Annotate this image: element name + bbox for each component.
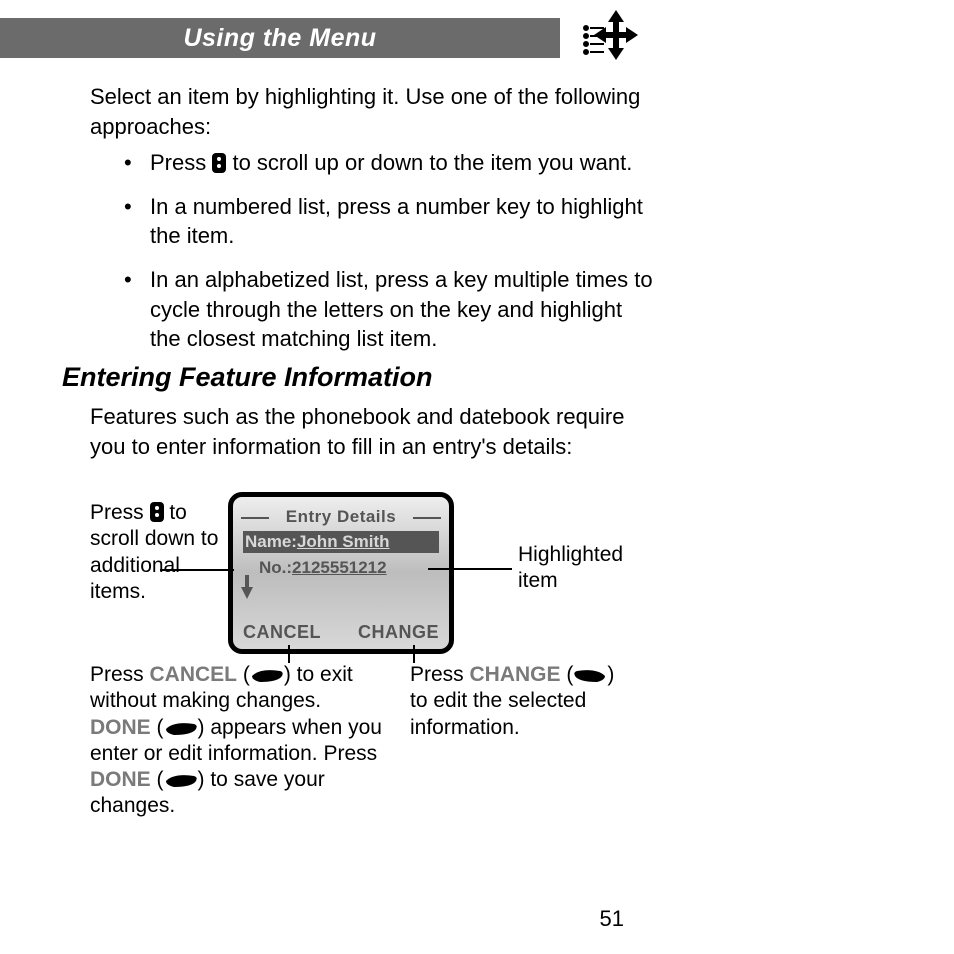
phone-screen: Entry Details Name:John Smith No.:212555… bbox=[228, 492, 454, 654]
t: ( bbox=[561, 663, 574, 686]
page-banner-title: Using the Menu bbox=[183, 24, 376, 53]
t: Press bbox=[90, 663, 150, 686]
done-softkey-name: DONE bbox=[90, 768, 151, 791]
connector-line bbox=[428, 568, 512, 570]
cancel-softkey-name: CANCEL bbox=[150, 663, 238, 686]
phone-screen-title: Entry Details bbox=[243, 507, 439, 527]
done-softkey-name: DONE bbox=[90, 716, 151, 739]
scroll-key-icon bbox=[150, 502, 164, 522]
name-value: John Smith bbox=[297, 532, 390, 551]
callout-change: Press CHANGE () to edit the selected inf… bbox=[410, 662, 630, 741]
scroll-down-arrow-icon bbox=[241, 587, 253, 599]
name-label: Name: bbox=[245, 532, 297, 551]
left-softkey-icon bbox=[164, 721, 198, 737]
connector-line bbox=[413, 645, 415, 663]
page-banner: Using the Menu bbox=[0, 18, 560, 58]
softkey-row: CANCEL CHANGE bbox=[243, 622, 439, 643]
menu-scroll-icon bbox=[580, 8, 640, 64]
number-label: No.: bbox=[259, 558, 292, 577]
section-heading: Entering Feature Information bbox=[62, 362, 433, 393]
left-softkey-icon bbox=[164, 773, 198, 789]
page-number: 51 bbox=[600, 906, 624, 932]
callout-scroll: Press to scroll down to additional items… bbox=[90, 500, 220, 605]
section-text: Features such as the phonebook and dateb… bbox=[90, 402, 650, 461]
t: ( bbox=[151, 716, 164, 739]
bullet-1: Press to scroll up or down to the item y… bbox=[124, 148, 654, 178]
connector-line bbox=[288, 645, 290, 663]
right-softkey-icon bbox=[573, 668, 607, 684]
phone-row-name: Name:John Smith bbox=[243, 531, 439, 553]
softkey-change: CHANGE bbox=[358, 622, 439, 643]
bullet-1-text-a: Press bbox=[150, 150, 212, 175]
change-softkey-name: CHANGE bbox=[470, 663, 561, 686]
phone-row-number: No.:2125551212 bbox=[243, 557, 439, 579]
number-value: 2125551212 bbox=[292, 558, 387, 577]
t: ( bbox=[237, 663, 250, 686]
bullet-list: Press to scroll up or down to the item y… bbox=[124, 148, 654, 368]
callout-cancel: Press CANCEL () to exit without making c… bbox=[90, 662, 390, 820]
softkey-cancel: CANCEL bbox=[243, 622, 321, 643]
intro-text: Select an item by highlighting it. Use o… bbox=[90, 82, 650, 141]
t: Press bbox=[410, 663, 470, 686]
left-softkey-icon bbox=[250, 668, 284, 684]
bullet-1-text-b: to scroll up or down to the item you wan… bbox=[226, 150, 632, 175]
bullet-2: In a numbered list, press a number key t… bbox=[124, 192, 654, 251]
callout-highlighted: Highlighted item bbox=[518, 542, 648, 595]
callout-scroll-a: Press bbox=[90, 501, 150, 524]
bullet-3: In an alphabetized list, press a key mul… bbox=[124, 265, 654, 354]
scroll-key-icon bbox=[212, 153, 226, 173]
t: ( bbox=[151, 768, 164, 791]
